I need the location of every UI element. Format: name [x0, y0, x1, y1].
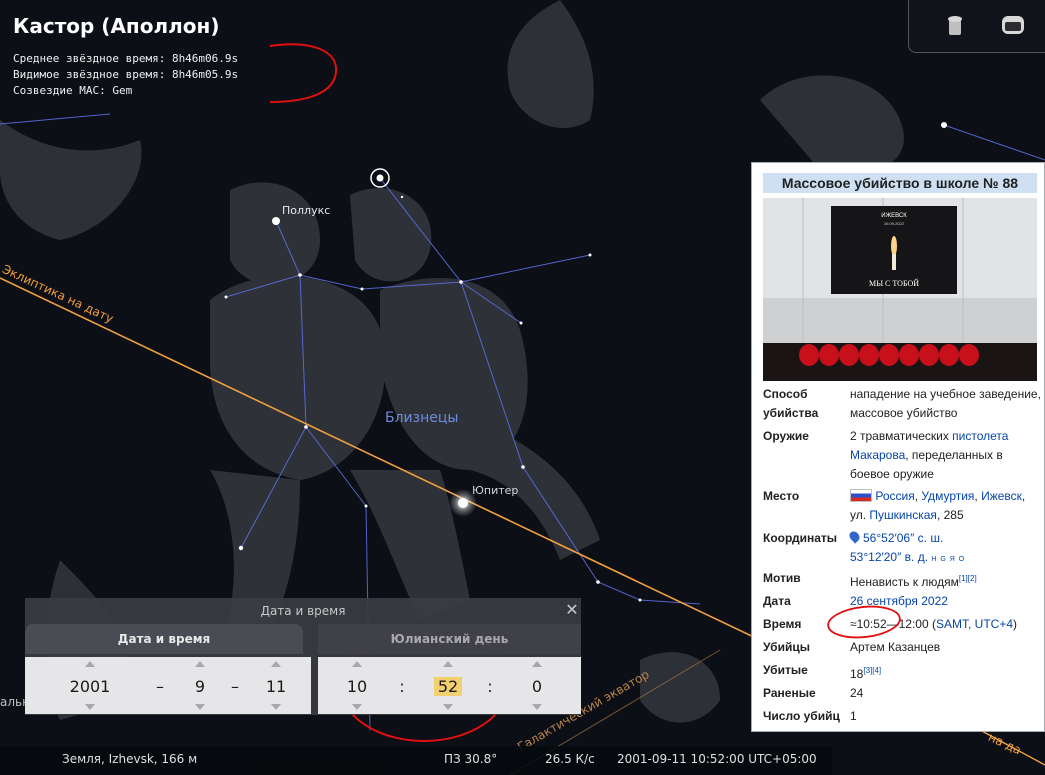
datetime-dialog: Дата и время ✕ Дата и время Юлианский де… — [25, 598, 581, 715]
russia-flag-icon — [850, 489, 872, 502]
trash-icon[interactable] — [942, 12, 968, 38]
val-place: Россия, Удмуртия, Ижевск, ул. Пушкинская… — [850, 489, 1026, 522]
time-separator: : — [399, 677, 405, 696]
status-bar: Земля, Izhevsk, 166 м ПЗ 30.8° 26.5 К/с … — [0, 746, 832, 775]
sign-top: ИЖЕВСК — [881, 213, 907, 219]
infobox-title: Массовое убийство в школе № 88 — [763, 173, 1037, 193]
close-icon[interactable]: ✕ — [563, 600, 581, 620]
minute-down-icon[interactable] — [443, 704, 453, 710]
year-down-icon[interactable] — [85, 704, 95, 710]
key-weapon: Оружие — [763, 429, 809, 443]
month-field[interactable]: 9 — [185, 677, 215, 696]
constellation-iau: Созвездие МАС: Gem — [13, 84, 133, 97]
map-links[interactable]: H G Я O — [931, 556, 965, 563]
key-place: Место — [763, 489, 800, 503]
hour-down-icon[interactable] — [352, 704, 362, 710]
key-killer-count: Число убийц — [763, 709, 840, 723]
year-field[interactable]: 2001 — [60, 677, 120, 696]
date-separator: – — [156, 677, 164, 696]
key-coords: Координаты — [763, 531, 838, 545]
status-datetime[interactable]: 2001-09-11 10:52:00 UTC+05:00 — [617, 752, 817, 766]
refs-motive[interactable]: [1][2] — [959, 574, 977, 583]
day-up-icon[interactable] — [271, 661, 281, 667]
hour-field[interactable]: 10 — [340, 677, 374, 696]
link-pushkinskaya[interactable]: Пушкинская — [869, 508, 937, 522]
sign-bottom: МЫ С ТОБОЙ — [869, 279, 919, 288]
label-gemini[interactable]: Близнецы — [385, 410, 458, 426]
status-fov: ПЗ 30.8° — [444, 752, 498, 766]
val-weapon: 2 травматических пистолета Макарова, пер… — [850, 429, 1009, 481]
key-killed: Убитые — [763, 663, 808, 677]
year-up-icon[interactable] — [85, 661, 95, 667]
month-up-icon[interactable] — [195, 661, 205, 667]
memorial-photo: ИЖЕВСК 26.09.2022 МЫ С ТОБОЙ — [763, 198, 1037, 381]
val-method: нападение на учебное заведение, массовое… — [850, 387, 1041, 420]
wiki-infobox: Массовое убийство в школе № 88 ИЖЕВСК 26… — [751, 162, 1045, 732]
key-injured: Раненые — [763, 686, 816, 700]
window-icon[interactable] — [1000, 12, 1026, 38]
link-lon[interactable]: 53°12′20″ в. д. — [850, 550, 928, 564]
dialog-title: Дата и время — [260, 604, 346, 618]
time-spinners: 10 : 52 : 0 — [318, 657, 581, 714]
apparent-sidereal-time: Видимое звёздное время: 8h46m05.9s — [13, 68, 239, 81]
sky-toolbar — [908, 0, 1045, 53]
minute-up-icon[interactable] — [443, 661, 453, 667]
second-up-icon[interactable] — [532, 661, 542, 667]
second-down-icon[interactable] — [532, 704, 542, 710]
val-killer-count: 1 — [850, 709, 857, 723]
day-field[interactable]: 11 — [261, 677, 291, 696]
time-separator: : — [487, 677, 493, 696]
tab-date-time[interactable]: Дата и время — [25, 624, 303, 654]
key-motive: Мотив — [763, 571, 801, 585]
link-samt[interactable]: SAMT, UTC+4 — [936, 617, 1013, 631]
val-injured: 24 — [850, 686, 864, 700]
key-method: Способ убийства — [763, 387, 819, 420]
refs-killed[interactable]: [3][4] — [863, 666, 881, 675]
link-izhevsk[interactable]: Ижевск — [981, 489, 1022, 503]
month-down-icon[interactable] — [195, 704, 205, 710]
date-separator: – — [231, 677, 239, 696]
link-udmurtia[interactable]: Удмуртия — [921, 489, 974, 503]
day-down-icon[interactable] — [271, 704, 281, 710]
val-motive: Ненависть к людям[1][2] — [850, 574, 977, 589]
label-jupiter[interactable]: Юпитер — [472, 484, 518, 497]
second-field[interactable]: 0 — [522, 677, 552, 696]
minute-field[interactable]: 52 — [434, 677, 462, 696]
mean-sidereal-time: Среднее звёздное время: 8h46m06.9s — [13, 52, 239, 65]
status-fps: 26.5 К/с — [545, 752, 595, 766]
status-location[interactable]: Земля, Izhevsk, 166 м — [62, 752, 197, 766]
link-russia[interactable]: Россия — [875, 489, 914, 503]
date-spinners: 2001 – 9 – 11 — [25, 657, 311, 714]
red-annotation-circle-wiki — [827, 605, 901, 639]
object-name: Кастор (Аполлон) — [13, 14, 220, 38]
hour-up-icon[interactable] — [352, 661, 362, 667]
val-coords: 56°52′06″ с. ш. 53°12′20″ в. д. H G Я O — [847, 529, 1042, 569]
val-killed: 18[3][4] — [850, 666, 882, 681]
link-lat[interactable]: 56°52′06″ с. ш. — [863, 531, 943, 545]
map-pin-icon[interactable] — [847, 529, 862, 544]
label-pollux[interactable]: Поллукс — [282, 204, 330, 217]
tab-julian-day[interactable]: Юлианский день — [318, 624, 581, 654]
sign-date: 26.09.2022 — [884, 221, 905, 226]
infobox-photo[interactable]: ИЖЕВСК 26.09.2022 МЫ С ТОБОЙ — [763, 198, 1037, 381]
